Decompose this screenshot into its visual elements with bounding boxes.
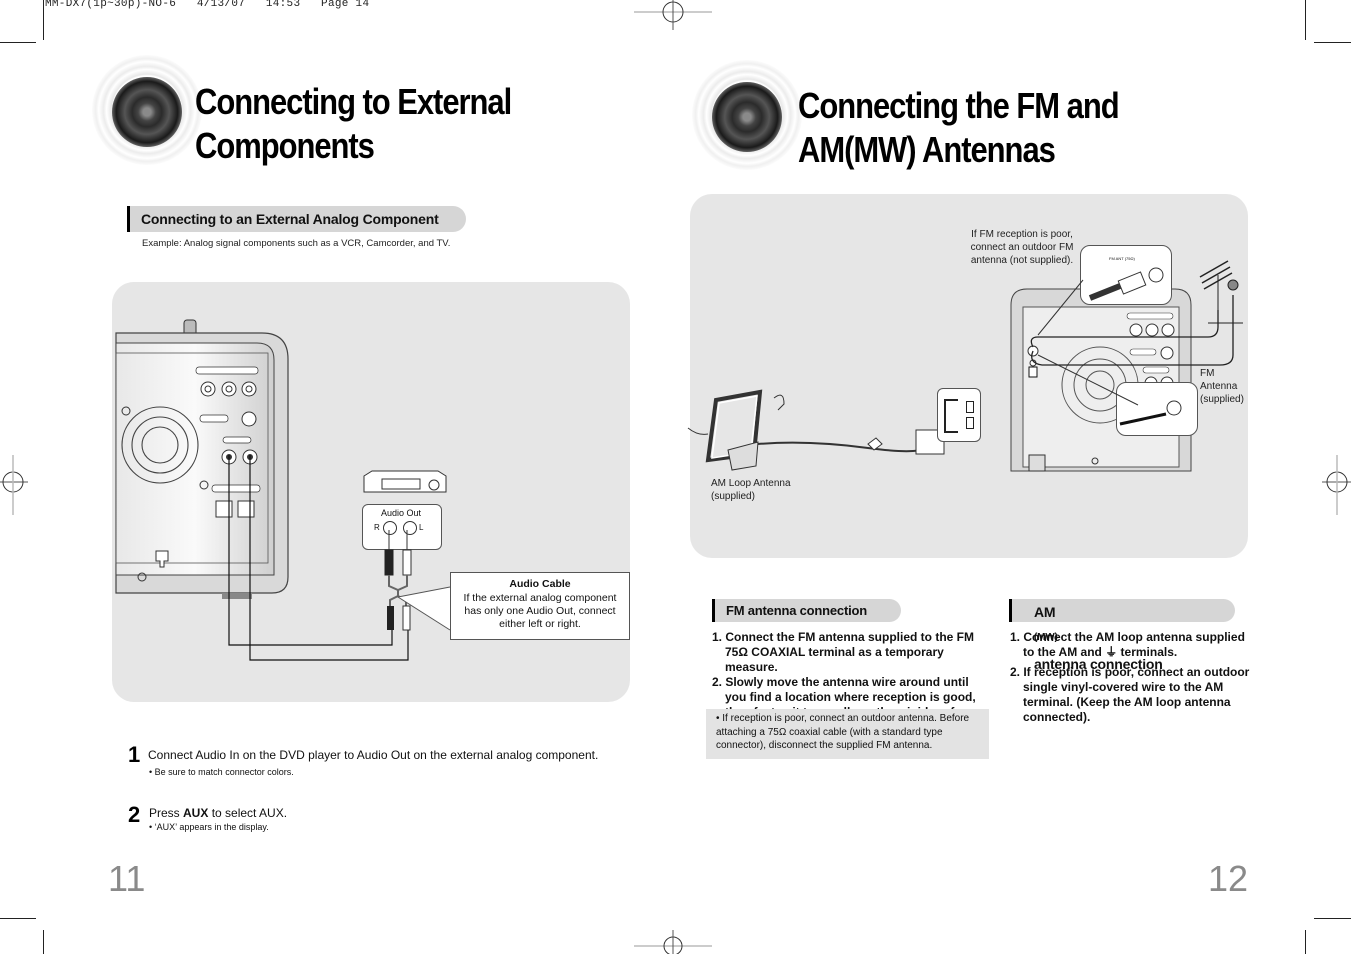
page-title: Connecting the FM and AM(MW) Antennas — [798, 85, 1120, 170]
am-instruction-item: 2. If reception is poor, connect an outd… — [1010, 665, 1250, 724]
external-component-illustration — [363, 470, 447, 493]
am-instruction-item: 1. Connect the AM loop antenna supplied … — [1010, 630, 1245, 659]
registration-mark-bottom — [634, 930, 712, 954]
fm-antenna-label: FM Antenna (supplied) — [1200, 368, 1244, 405]
example-text: Example: Analog signal components such a… — [142, 238, 451, 249]
step-number: 2 — [128, 802, 141, 827]
registration-mark-left — [0, 455, 28, 515]
registration-mark-right — [1322, 455, 1351, 515]
step-text: Press AUX to select AUX. — [149, 806, 288, 820]
fm-instruction-item: 1. Connect the FM antenna supplied to th… — [712, 630, 975, 674]
section-heading: Connecting to an External Analog Compone… — [127, 206, 466, 232]
speaker-icon — [92, 55, 202, 165]
fm-note-box: • If reception is poor, connect an outdo… — [706, 709, 989, 759]
page-title: Connecting to External Components — [195, 81, 512, 166]
print-slug: MM-DX7(1p~30p)-NO-6 4/13/07 14:53 Page 1… — [45, 0, 370, 10]
audio-out-label: Audio Out — [381, 508, 422, 518]
step-text: Connect Audio In on the DVD player to Au… — [148, 748, 599, 762]
callout-pointer — [396, 586, 451, 631]
fm-instructions-list: 1. Connect the FM antenna supplied to th… — [712, 630, 987, 720]
page-number: 12 — [1208, 858, 1249, 899]
am-section-heading: AM (MW) antenna connection — [1009, 599, 1235, 672]
am-instructions-list: 1. Connect the AM loop antenna supplied … — [1010, 630, 1255, 725]
audio-cable-callout: Audio Cable If the external analog compo… — [450, 572, 630, 640]
speaker-icon — [692, 60, 802, 170]
am-loop-antenna-label: AM Loop Antenna (supplied) — [711, 478, 791, 502]
fm-section-heading: FM antenna connection — [712, 599, 901, 622]
step-number: 1 — [128, 742, 141, 767]
step-bullet: • ‘AUX’ appears in the display. — [149, 822, 269, 832]
fm-antenna-wires — [1030, 260, 1243, 406]
am-terminal-balloon — [937, 388, 981, 442]
r-label: R — [374, 523, 380, 532]
fm-wire-illustration — [1119, 400, 1182, 426]
page-number: 11 — [108, 858, 146, 899]
step-bullet: • Be sure to match connector colors. — [149, 767, 294, 777]
registration-mark-top — [634, 0, 712, 30]
